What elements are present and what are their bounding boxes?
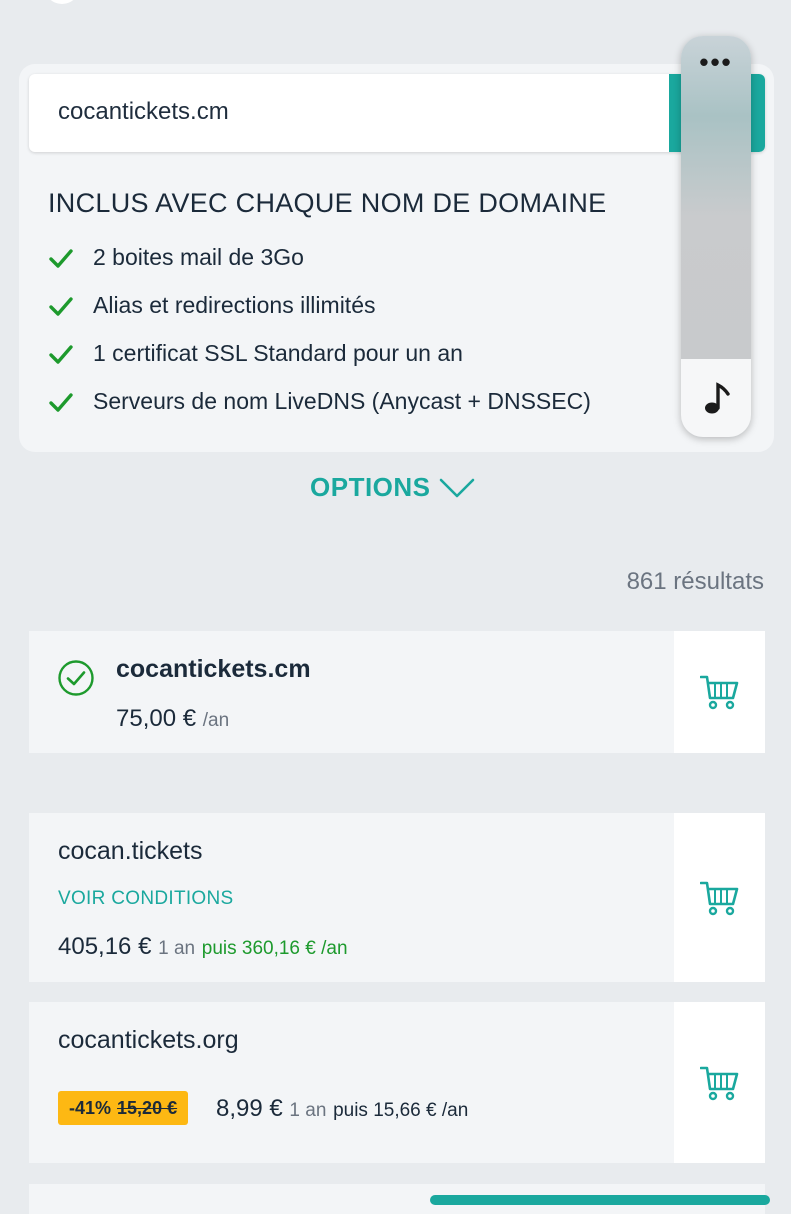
cart-icon[interactable] bbox=[699, 674, 740, 710]
view-conditions-link[interactable]: VOIR CONDITIONS bbox=[58, 888, 234, 910]
old-price: 15,20 € bbox=[117, 1097, 178, 1118]
discount-percent: -41% bbox=[69, 1097, 112, 1118]
floating-side-widget[interactable]: ••• bbox=[681, 36, 751, 437]
price-value: 8,99 € bbox=[216, 1095, 283, 1122]
cart-icon[interactable] bbox=[699, 880, 740, 916]
domain-search-field[interactable]: cocantickets.cm bbox=[29, 74, 765, 152]
side-widget-footer[interactable] bbox=[681, 359, 751, 437]
options-label[interactable]: OPTIONS bbox=[310, 472, 431, 503]
chevron-down-icon[interactable] bbox=[439, 477, 475, 499]
cart-icon[interactable] bbox=[699, 1065, 740, 1101]
feature-item: Alias et redirections illimités bbox=[48, 292, 375, 319]
feature-item: 2 boites mail de 3Go bbox=[48, 244, 304, 271]
price-value: 405,16 € bbox=[58, 933, 152, 960]
included-title: INCLUS AVEC CHAQUE NOM DE DOMAINE bbox=[48, 188, 607, 218]
renewal-price: puis 15,66 € /an bbox=[333, 1100, 469, 1121]
price-period: 1 an bbox=[158, 938, 196, 959]
domain-name: cocantickets.org bbox=[58, 1026, 239, 1054]
domain-result-info: cocan.tickets VOIR CONDITIONS 405,16 € 1… bbox=[29, 813, 673, 982]
add-to-cart-button[interactable] bbox=[674, 813, 765, 982]
check-icon bbox=[49, 392, 73, 412]
price: 75,00 € /an bbox=[116, 705, 229, 733]
feature-label: Serveurs de nom LiveDNS (Anycast + DNSSE… bbox=[93, 388, 591, 414]
price: 8,99 € 1 an puis 15,66 € /an bbox=[216, 1095, 468, 1123]
music-note-icon[interactable] bbox=[703, 381, 731, 415]
price-value: 75,00 € bbox=[116, 705, 197, 732]
feature-item: Serveurs de nom LiveDNS (Anycast + DNSSE… bbox=[48, 388, 591, 415]
renewal-price: puis 360,16 € /an bbox=[201, 938, 348, 959]
check-circle-icon bbox=[58, 660, 94, 696]
feature-label: Alias et redirections illimités bbox=[93, 292, 376, 318]
feature-label: 1 certificat SSL Standard pour un an bbox=[93, 340, 463, 366]
domain-result-card: cocantickets.cm 75,00 € /an bbox=[29, 631, 765, 753]
price: 405,16 € 1 an puis 360,16 € /an bbox=[58, 933, 348, 961]
next-card-action-bar[interactable] bbox=[430, 1195, 770, 1205]
check-icon bbox=[49, 296, 73, 316]
domain-name: cocan.tickets bbox=[58, 837, 203, 865]
price-unit: /an bbox=[202, 710, 230, 731]
options-toggle[interactable]: OPTIONS bbox=[310, 472, 475, 503]
feature-label: 2 boites mail de 3Go bbox=[93, 244, 304, 270]
top-avatar-edge bbox=[44, 0, 80, 4]
price-period: 1 an bbox=[289, 1100, 327, 1121]
add-to-cart-button[interactable] bbox=[674, 631, 765, 753]
search-input-value[interactable]: cocantickets.cm bbox=[58, 98, 229, 126]
feature-item: 1 certificat SSL Standard pour un an bbox=[48, 340, 463, 367]
check-icon bbox=[49, 344, 73, 364]
domain-result-info: cocantickets.cm 75,00 € /an bbox=[29, 631, 673, 753]
domain-result-info: cocantickets.org -41% 15,20 € 8,99 € 1 a… bbox=[29, 1002, 673, 1163]
domain-result-card: cocan.tickets VOIR CONDITIONS 405,16 € 1… bbox=[29, 813, 765, 982]
add-to-cart-button[interactable] bbox=[674, 1002, 765, 1163]
more-options-icon[interactable]: ••• bbox=[681, 49, 751, 75]
domain-search-panel: cocantickets.cm INCLUS AVEC CHAQUE NOM D… bbox=[19, 64, 774, 452]
domain-name: cocantickets.cm bbox=[116, 655, 311, 683]
check-icon bbox=[49, 248, 73, 268]
domain-result-card: cocantickets.org -41% 15,20 € 8,99 € 1 a… bbox=[29, 1002, 765, 1163]
discount-badge: -41% 15,20 € bbox=[58, 1091, 189, 1125]
results-count: 861 résultats bbox=[626, 568, 764, 595]
